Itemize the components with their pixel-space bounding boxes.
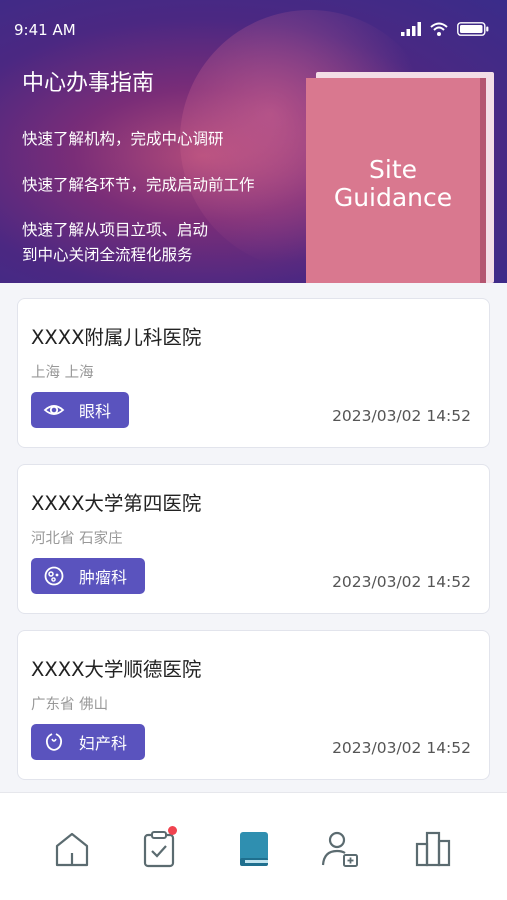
bar-chart-icon bbox=[415, 831, 451, 867]
hospital-location: 上海 上海 bbox=[31, 365, 94, 381]
eye-icon bbox=[43, 405, 65, 415]
tab-statistics[interactable] bbox=[413, 829, 453, 869]
status-icons bbox=[401, 22, 489, 36]
home-icon bbox=[55, 832, 89, 867]
status-bar: 9:41 AM bbox=[0, 0, 507, 60]
book-cover: Site Guidance bbox=[306, 78, 486, 283]
hospital-location: 河北省 石家庄 bbox=[31, 531, 123, 547]
hospital-name: XXXX大学顺德医院 bbox=[31, 658, 202, 681]
department-tag: 肿瘤科 bbox=[31, 558, 146, 594]
hero-line-3: 快速了解从项目立项、启动 bbox=[22, 221, 209, 239]
hospital-name: XXXX大学第四医院 bbox=[31, 492, 202, 515]
department-tag: 妇产科 bbox=[31, 724, 146, 760]
tab-home[interactable] bbox=[52, 829, 92, 869]
hospital-card[interactable]: XXXX大学第四医院 河北省 石家庄 肿瘤科 2023/03/02 14:52 bbox=[17, 464, 490, 614]
notification-badge bbox=[168, 826, 177, 835]
hospital-card[interactable]: XXXX附属儿科医院 上海 上海 眼科 2023/03/02 14:52 bbox=[17, 298, 490, 448]
department-label: 妇产科 bbox=[79, 734, 128, 753]
tab-guide[interactable] bbox=[234, 829, 274, 869]
hospital-location: 广东省 佛山 bbox=[31, 697, 109, 713]
book-icon bbox=[240, 832, 268, 866]
book-title-line-1: Site bbox=[369, 155, 417, 184]
hero-banner: 9:41 AM 中心办事指南 快速了解机构，完成中心调研 快速了解各环节，完成启… bbox=[0, 0, 507, 283]
hero-line-1: 快速了解机构，完成中心调研 bbox=[22, 130, 224, 148]
clipboard-check-icon bbox=[143, 831, 175, 868]
hero-line-4: 到中心关闭全流程化服务 bbox=[22, 246, 193, 264]
site-guidance-book: Site Guidance bbox=[306, 72, 494, 283]
wifi-icon bbox=[430, 22, 448, 36]
bottom-tab-bar bbox=[0, 792, 507, 900]
user-plus-icon bbox=[321, 831, 358, 867]
cell-icon bbox=[44, 566, 64, 586]
book-title-line-2: Guidance bbox=[333, 183, 453, 212]
womb-icon bbox=[45, 733, 63, 751]
hospital-name: XXXX附属儿科医院 bbox=[31, 326, 202, 349]
department-label: 眼科 bbox=[79, 402, 112, 421]
department-label: 肿瘤科 bbox=[79, 568, 128, 587]
tab-patients[interactable] bbox=[320, 829, 360, 869]
card-timestamp: 2023/03/02 14:52 bbox=[332, 407, 471, 425]
book-title: Site Guidance bbox=[306, 156, 480, 212]
department-tag: 眼科 bbox=[31, 392, 130, 428]
card-timestamp: 2023/03/02 14:52 bbox=[332, 573, 471, 591]
hospital-card[interactable]: XXXX大学顺德医院 广东省 佛山 妇产科 2023/03/02 14:52 bbox=[17, 630, 490, 780]
hero-line-2: 快速了解各环节，完成启动前工作 bbox=[22, 176, 255, 194]
status-time: 9:41 AM bbox=[14, 21, 76, 39]
battery-icon bbox=[457, 22, 489, 36]
card-timestamp: 2023/03/02 14:52 bbox=[332, 739, 471, 757]
hero-title: 中心办事指南 bbox=[22, 71, 155, 96]
tab-tasks[interactable] bbox=[139, 826, 179, 869]
signal-icon bbox=[401, 22, 421, 36]
